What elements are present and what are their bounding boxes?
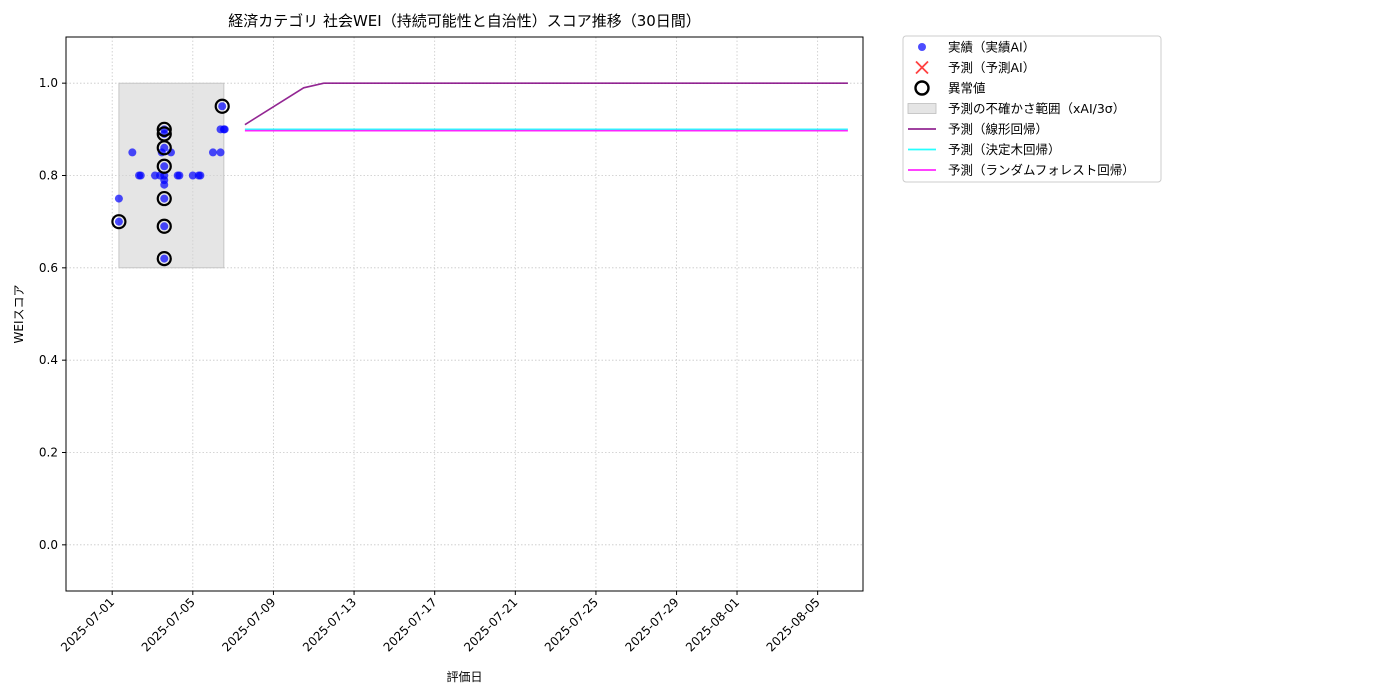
x-axis-label: 評価日 [446,669,482,684]
data-point [160,162,169,171]
y-tick-label: 0.6 [39,261,58,275]
data-point [160,194,169,203]
y-tick-label: 0.4 [39,353,58,367]
x-tick-label: 2025-07-13 [300,595,359,654]
x-tick-label: 2025-07-21 [461,595,520,654]
legend-label: 異常値 [948,81,986,96]
data-point [160,222,169,231]
x-tick-label: 2025-07-29 [622,595,681,654]
legend-marker-band [907,103,937,114]
series-line [244,82,848,126]
y-tick-label: 1.0 [39,76,58,90]
y-tick-label: 0.0 [39,538,58,552]
chart: 経済カテゴリ 社会WEI（持続可能性と自治性）スコア推移（30日間） 0.00.… [12,12,1162,684]
legend-marker-circle [918,43,926,51]
y-tick-label: 0.2 [39,446,58,460]
legend-label: 予測（予測AI） [948,60,1035,75]
x-tick-label: 2025-07-25 [542,595,601,654]
legend-label: 予測（ランダムフォレスト回帰） [948,163,1135,178]
data-point [128,148,137,157]
x-tick-label: 2025-07-05 [139,595,198,654]
legend-label: 予測の不確かさ範囲（xAI/3σ） [948,101,1125,116]
chart-title: 経済カテゴリ 社会WEI（持続可能性と自治性）スコア推移（30日間） [228,12,701,30]
x-tick-label: 2025-08-01 [683,595,742,654]
data-point [136,171,145,180]
x-tick-label: 2025-07-17 [381,595,440,654]
data-point [114,194,123,203]
legend-label: 予測（決定木回帰） [948,142,1061,157]
uncertainty-band [118,82,225,269]
data-point [160,143,169,152]
data-point [175,171,184,180]
data-point [196,171,205,180]
y-axis-label: WEIスコア [12,285,26,344]
data-point [216,148,225,157]
x-tick-label: 2025-07-09 [219,595,278,654]
data-point [218,102,227,111]
data-point [160,254,169,263]
x-tick-label: 2025-07-01 [58,595,117,654]
data-point [208,148,217,157]
data-point [114,217,123,226]
data-point [160,180,169,189]
legend-label: 予測（線形回帰） [948,122,1048,137]
plot-area: 0.0 0.2 0.4 0.6 0.8 1.0 2025-07-01 2025-07-05 20… [39,36,864,654]
data-point [220,125,229,134]
legend: 実績（実績AI） 予測（予測AI） 異常値予測の不確かさ範囲（xAI/3σ） 予測（線… [902,35,1162,183]
y-tick-label: 0.8 [39,169,58,183]
legend-label: 実績（実績AI） [948,40,1035,55]
x-tick-label: 2025-08-05 [764,595,823,654]
